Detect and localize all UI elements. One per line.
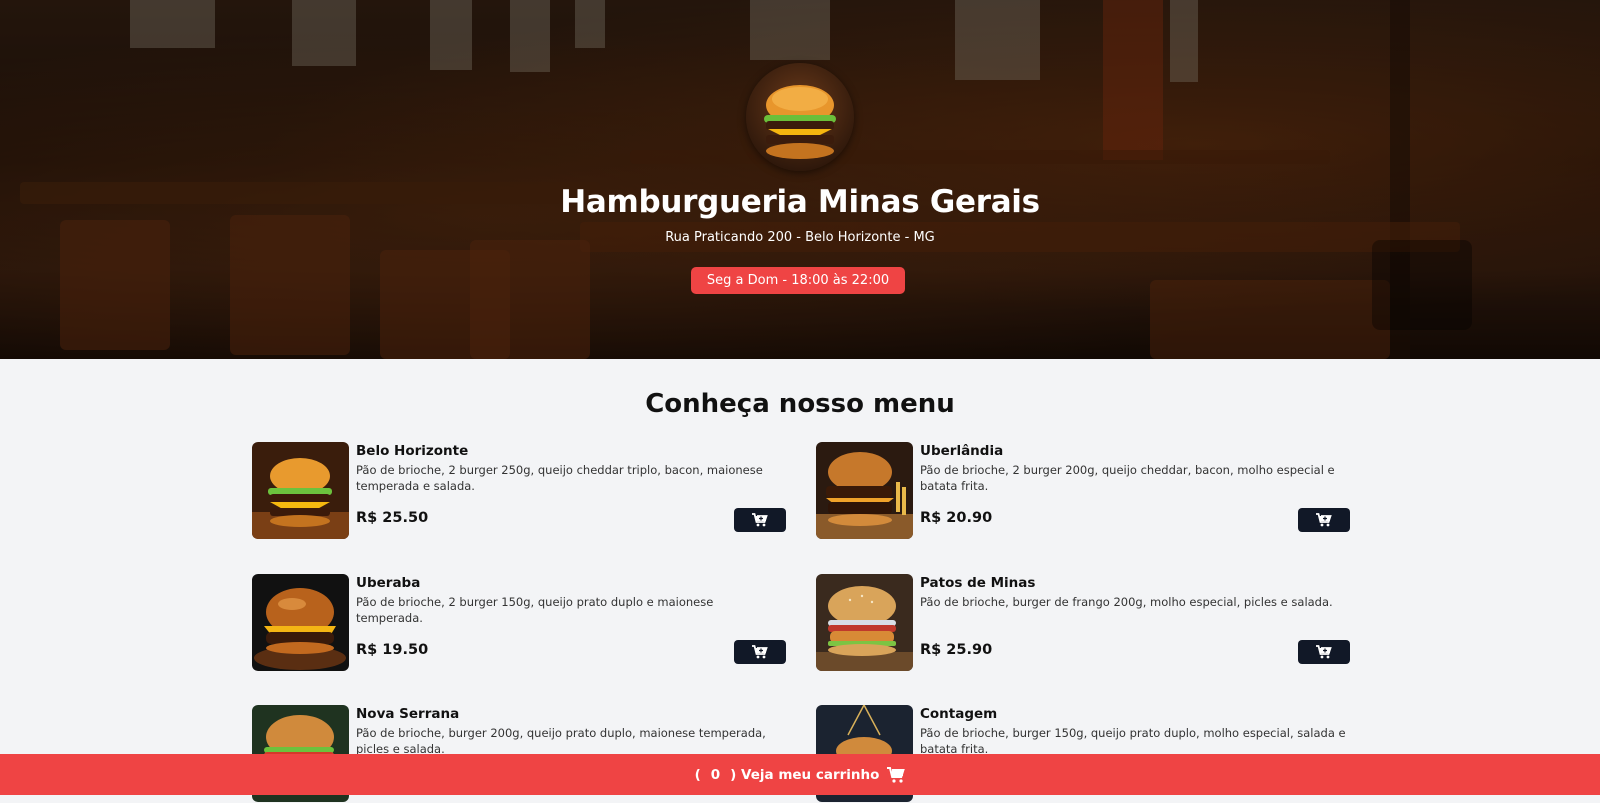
item-price: R$ 19.50 <box>356 642 429 658</box>
cart-plus-icon <box>752 513 768 527</box>
item-price: R$ 25.90 <box>920 642 993 658</box>
item-description: Pão de brioche, burger 150g, queijo prat… <box>920 726 1346 756</box>
item-name: Contagem <box>920 706 998 722</box>
item-description: Pão de brioche, 2 burger 200g, queijo ch… <box>920 463 1335 493</box>
item-name: Patos de Minas <box>920 575 1036 591</box>
cart-count: 0 <box>710 766 721 783</box>
item-description: Pão de brioche, burger de frango 200g, m… <box>920 595 1333 609</box>
view-cart-bar[interactable]: ( 0 ) Veja meu carrinho <box>0 754 1600 795</box>
add-to-cart-button[interactable] <box>734 640 786 664</box>
burger-photo <box>252 574 349 671</box>
restaurant-name: Hamburgueria Minas Gerais <box>560 184 1040 220</box>
item-price: R$ 25.50 <box>356 510 429 526</box>
menu-item: Uberaba Pão de brioche, 2 burger 150g, q… <box>252 574 786 672</box>
menu-item: Uberlândia Pão de brioche, 2 burger 200g… <box>816 442 1350 540</box>
cart-plus-icon <box>1316 513 1332 527</box>
item-name: Belo Horizonte <box>356 443 469 459</box>
opening-hours-badge: Seg a Dom - 18:00 às 22:00 <box>691 267 905 294</box>
item-name: Uberlândia <box>920 443 1004 459</box>
item-description: Pão de brioche, 2 burger 250g, queijo ch… <box>356 463 763 493</box>
burger-photo <box>252 442 349 539</box>
item-price: R$ 20.90 <box>920 510 993 526</box>
cart-open-paren: ( <box>694 766 701 783</box>
restaurant-address: Rua Praticando 200 - Belo Horizonte - MG <box>665 230 935 245</box>
item-name: Nova Serrana <box>356 706 460 722</box>
menu-item: Patos de Minas Pão de brioche, burger de… <box>816 574 1350 672</box>
add-to-cart-button[interactable] <box>734 508 786 532</box>
cart-plus-icon <box>752 645 768 659</box>
burger-photo <box>816 574 913 671</box>
item-description: Pão de brioche, burger 200g, queijo prat… <box>356 726 766 756</box>
burger-photo <box>816 442 913 539</box>
burger-logo-icon <box>764 85 836 159</box>
restaurant-logo <box>746 63 854 171</box>
item-description: Pão de brioche, 2 burger 150g, queijo pr… <box>356 595 714 625</box>
hero-banner: Hamburgueria Minas Gerais Rua Praticando… <box>0 0 1600 359</box>
add-to-cart-button[interactable] <box>1298 640 1350 664</box>
menu-item: Belo Horizonte Pão de brioche, 2 burger … <box>252 442 786 540</box>
cart-icon <box>887 766 906 783</box>
view-cart-label: ) Veja meu carrinho <box>730 766 880 783</box>
item-name: Uberaba <box>356 575 421 591</box>
add-to-cart-button[interactable] <box>1298 508 1350 532</box>
cart-plus-icon <box>1316 645 1332 659</box>
menu-title: Conheça nosso menu <box>645 389 955 419</box>
